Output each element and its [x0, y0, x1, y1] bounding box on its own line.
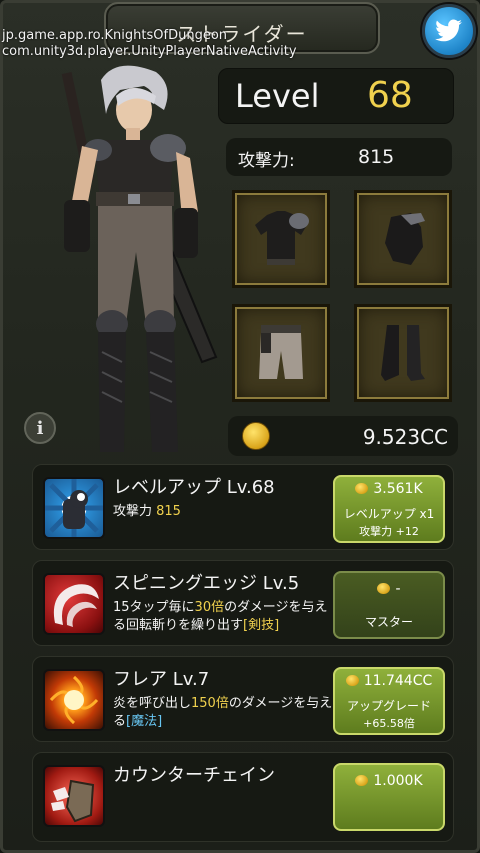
coin-icon [242, 422, 270, 450]
skill-row-levelup: レベルアップ Lv.68 攻撃力 815 3.561K レベルアップ x1 攻撃… [32, 464, 454, 550]
skill-row-spinning-edge: スピニングエッジ Lv.5 15タップ毎に30倍のダメージを与える回転斬りを繰り… [32, 560, 454, 646]
levelup-bonus-label: 攻撃力 +12 [359, 525, 419, 538]
upgrade-cost: 11.744CC [363, 673, 433, 689]
skill-description: 炎を呼び出し150倍のダメージを与える[魔法] [113, 695, 335, 731]
equip-slot-armor[interactable] [232, 190, 330, 288]
skill-desc-text: 炎を呼び出し [113, 696, 192, 711]
skill-title: カウンターチェイン [113, 765, 275, 786]
equip-slot-gloves[interactable] [354, 190, 452, 288]
attack-value: 815 [358, 146, 395, 168]
skill-row-counter-chain: カウンターチェイン 1.000K [32, 752, 454, 842]
attack-display: 攻撃力: 815 [226, 138, 452, 176]
glove-icon [385, 213, 425, 265]
upgrade-button[interactable]: 11.744CC アップグレード +65.58倍 [333, 667, 445, 735]
levelup-button[interactable]: 3.561K レベルアップ x1 攻撃力 +12 [333, 475, 445, 543]
info-icon: i [36, 417, 44, 439]
levelup-cost: 3.561K [373, 481, 423, 497]
skill-desc-highlight: 815 [156, 504, 181, 519]
skill-description: 攻撃力 815 [113, 503, 335, 521]
pants-icon [259, 325, 303, 379]
twitter-bird-icon [435, 19, 462, 42]
level-display: Level 68 [218, 68, 454, 124]
levelup-skill-icon [43, 477, 105, 539]
skill-description: 15タップ毎に30倍のダメージを与える回転斬りを繰り出す[剣技] [113, 599, 335, 635]
skill-title: スピニングエッジ Lv.5 [113, 573, 300, 594]
currency-display: 9.523CC [228, 416, 458, 456]
activity-name-overlay: com.unity3d.player.UnityPlayerNativeActi… [2, 44, 297, 59]
currency-value: 9.523CC [362, 425, 448, 449]
skill-title: レベルアップ Lv.68 [113, 477, 275, 498]
mastered-button[interactable]: - マスター [333, 571, 445, 639]
mastered-label: マスター [364, 615, 413, 629]
package-name-overlay: jp.game.app.ro.KnightsOfDungeon [2, 28, 228, 43]
upgrade-bonus-label: +65.58倍 [363, 717, 415, 730]
shirt-icon [255, 211, 309, 265]
skill-type-tag: [魔法] [126, 714, 163, 729]
skill-desc-highlight: 30倍 [194, 600, 225, 615]
equip-slot-pants[interactable] [232, 304, 330, 402]
twitter-button[interactable] [422, 4, 476, 58]
coin-icon [355, 775, 369, 786]
levelup-action-label: レベルアップ x1 [343, 507, 435, 521]
info-button[interactable]: i [24, 412, 56, 444]
skill-desc-text: 攻撃力 [113, 504, 157, 519]
counter-chain-skill-icon [43, 765, 105, 827]
character-portrait [6, 62, 218, 457]
skill-row-flare: フレア Lv.7 炎を呼び出し150倍のダメージを与える[魔法] 11.744C… [32, 656, 454, 742]
coin-icon [355, 483, 369, 494]
mastered-cost: - [395, 581, 401, 597]
flare-skill-icon [43, 669, 105, 731]
skill-desc-highlight: 150倍 [191, 696, 229, 711]
level-value: 68 [367, 75, 413, 116]
attack-label: 攻撃力: [238, 151, 295, 171]
boots-icon [381, 325, 425, 381]
coin-icon [345, 675, 359, 686]
coin-icon [377, 583, 391, 594]
spinning-edge-skill-icon [43, 573, 105, 635]
skill-title: フレア Lv.7 [113, 669, 210, 690]
skill-desc-text: 15タップ毎に [113, 600, 195, 615]
unlock-button[interactable]: 1.000K [333, 763, 445, 831]
equip-slot-boots[interactable] [354, 304, 452, 402]
level-label: Level [235, 77, 320, 115]
upgrade-action-label: アップグレード [346, 699, 431, 713]
skill-type-tag: [剣技] [243, 618, 280, 633]
unlock-cost: 1.000K [373, 773, 423, 789]
